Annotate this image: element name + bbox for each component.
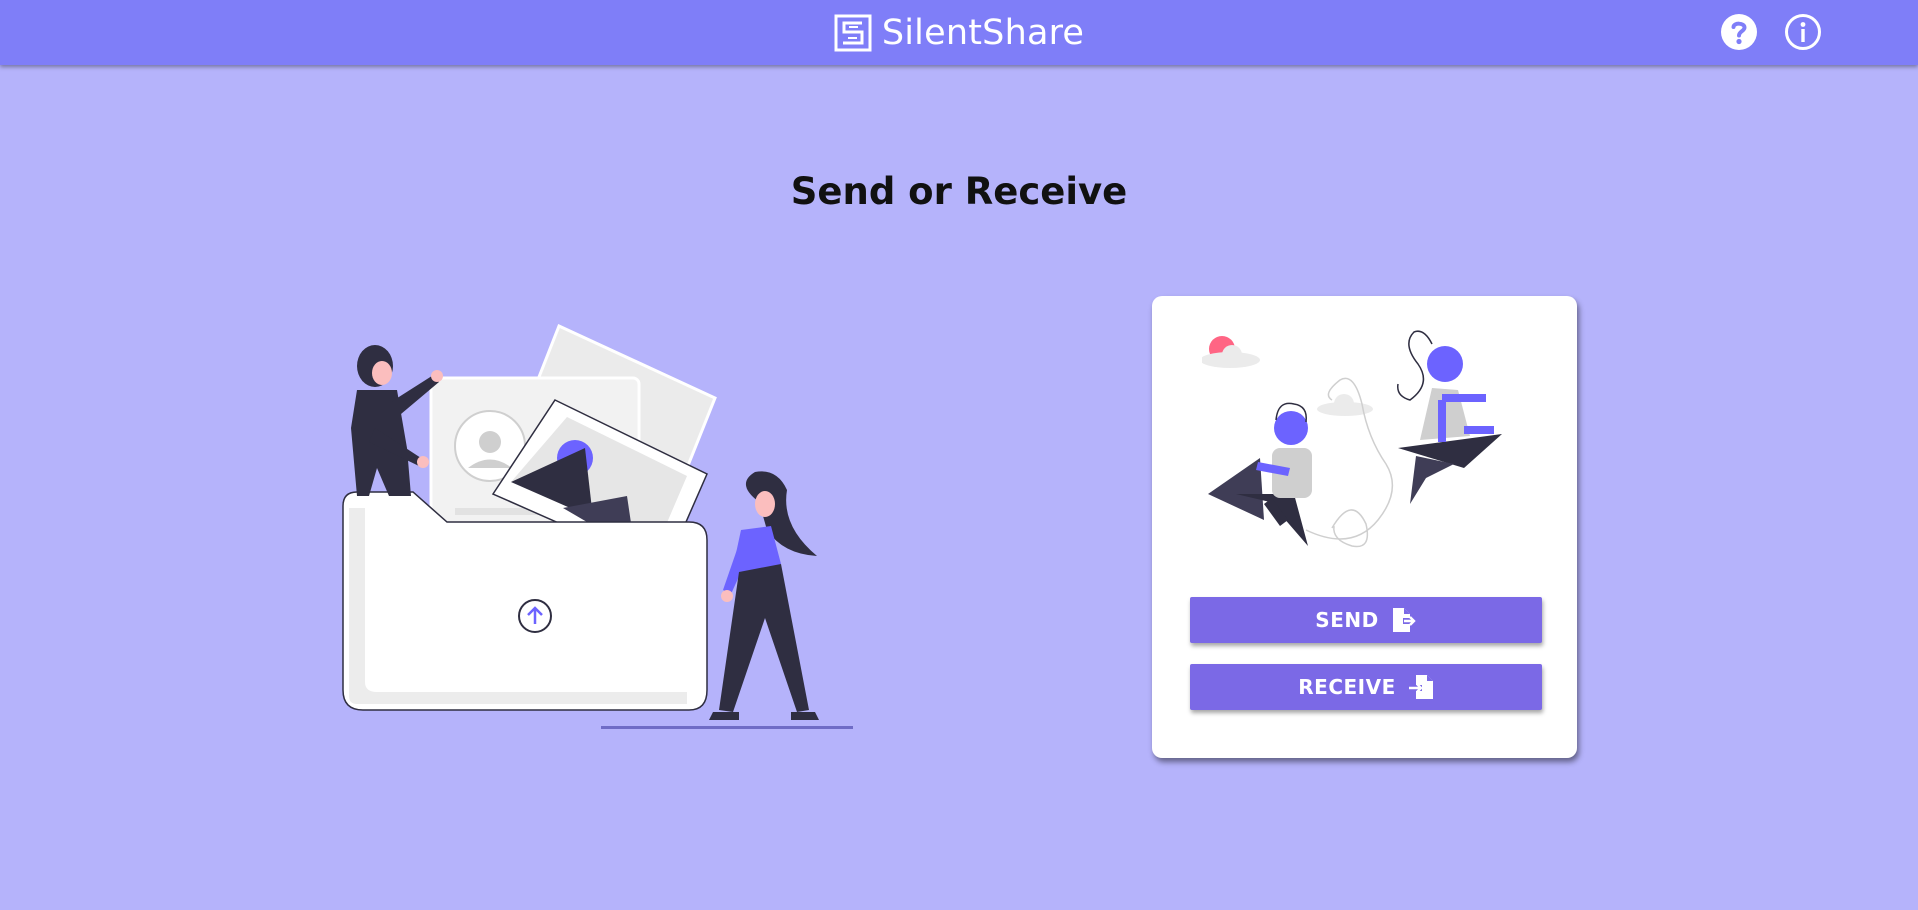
figure-right <box>1397 330 1494 442</box>
plane-right <box>1398 434 1502 504</box>
file-export-icon <box>1392 608 1416 632</box>
cloud-middle <box>1317 394 1373 416</box>
brand[interactable]: SilentShare <box>834 13 1084 53</box>
cloud-left <box>1202 336 1260 368</box>
top-bar: SilentShare <box>0 0 1918 65</box>
action-card: SEND RECEIVE <box>1152 296 1577 758</box>
logo-icon <box>834 14 872 51</box>
file-import-icon <box>1408 675 1433 699</box>
app-name: SilentShare <box>881 12 1085 53</box>
page-title: Send or Receive <box>790 170 1128 213</box>
help-icon[interactable] <box>1720 13 1758 51</box>
upload-illustration <box>342 323 853 729</box>
receive-button[interactable]: RECEIVE <box>1190 664 1542 710</box>
info-icon[interactable] <box>1784 13 1822 51</box>
receive-button-label: RECEIVE <box>1298 675 1396 699</box>
man-figure <box>351 345 443 496</box>
send-button-label: SEND <box>1315 608 1379 632</box>
folder <box>342 491 708 711</box>
top-actions <box>1720 13 1822 51</box>
paper-plane-illustration <box>1202 330 1502 548</box>
send-button[interactable]: SEND <box>1190 597 1542 643</box>
